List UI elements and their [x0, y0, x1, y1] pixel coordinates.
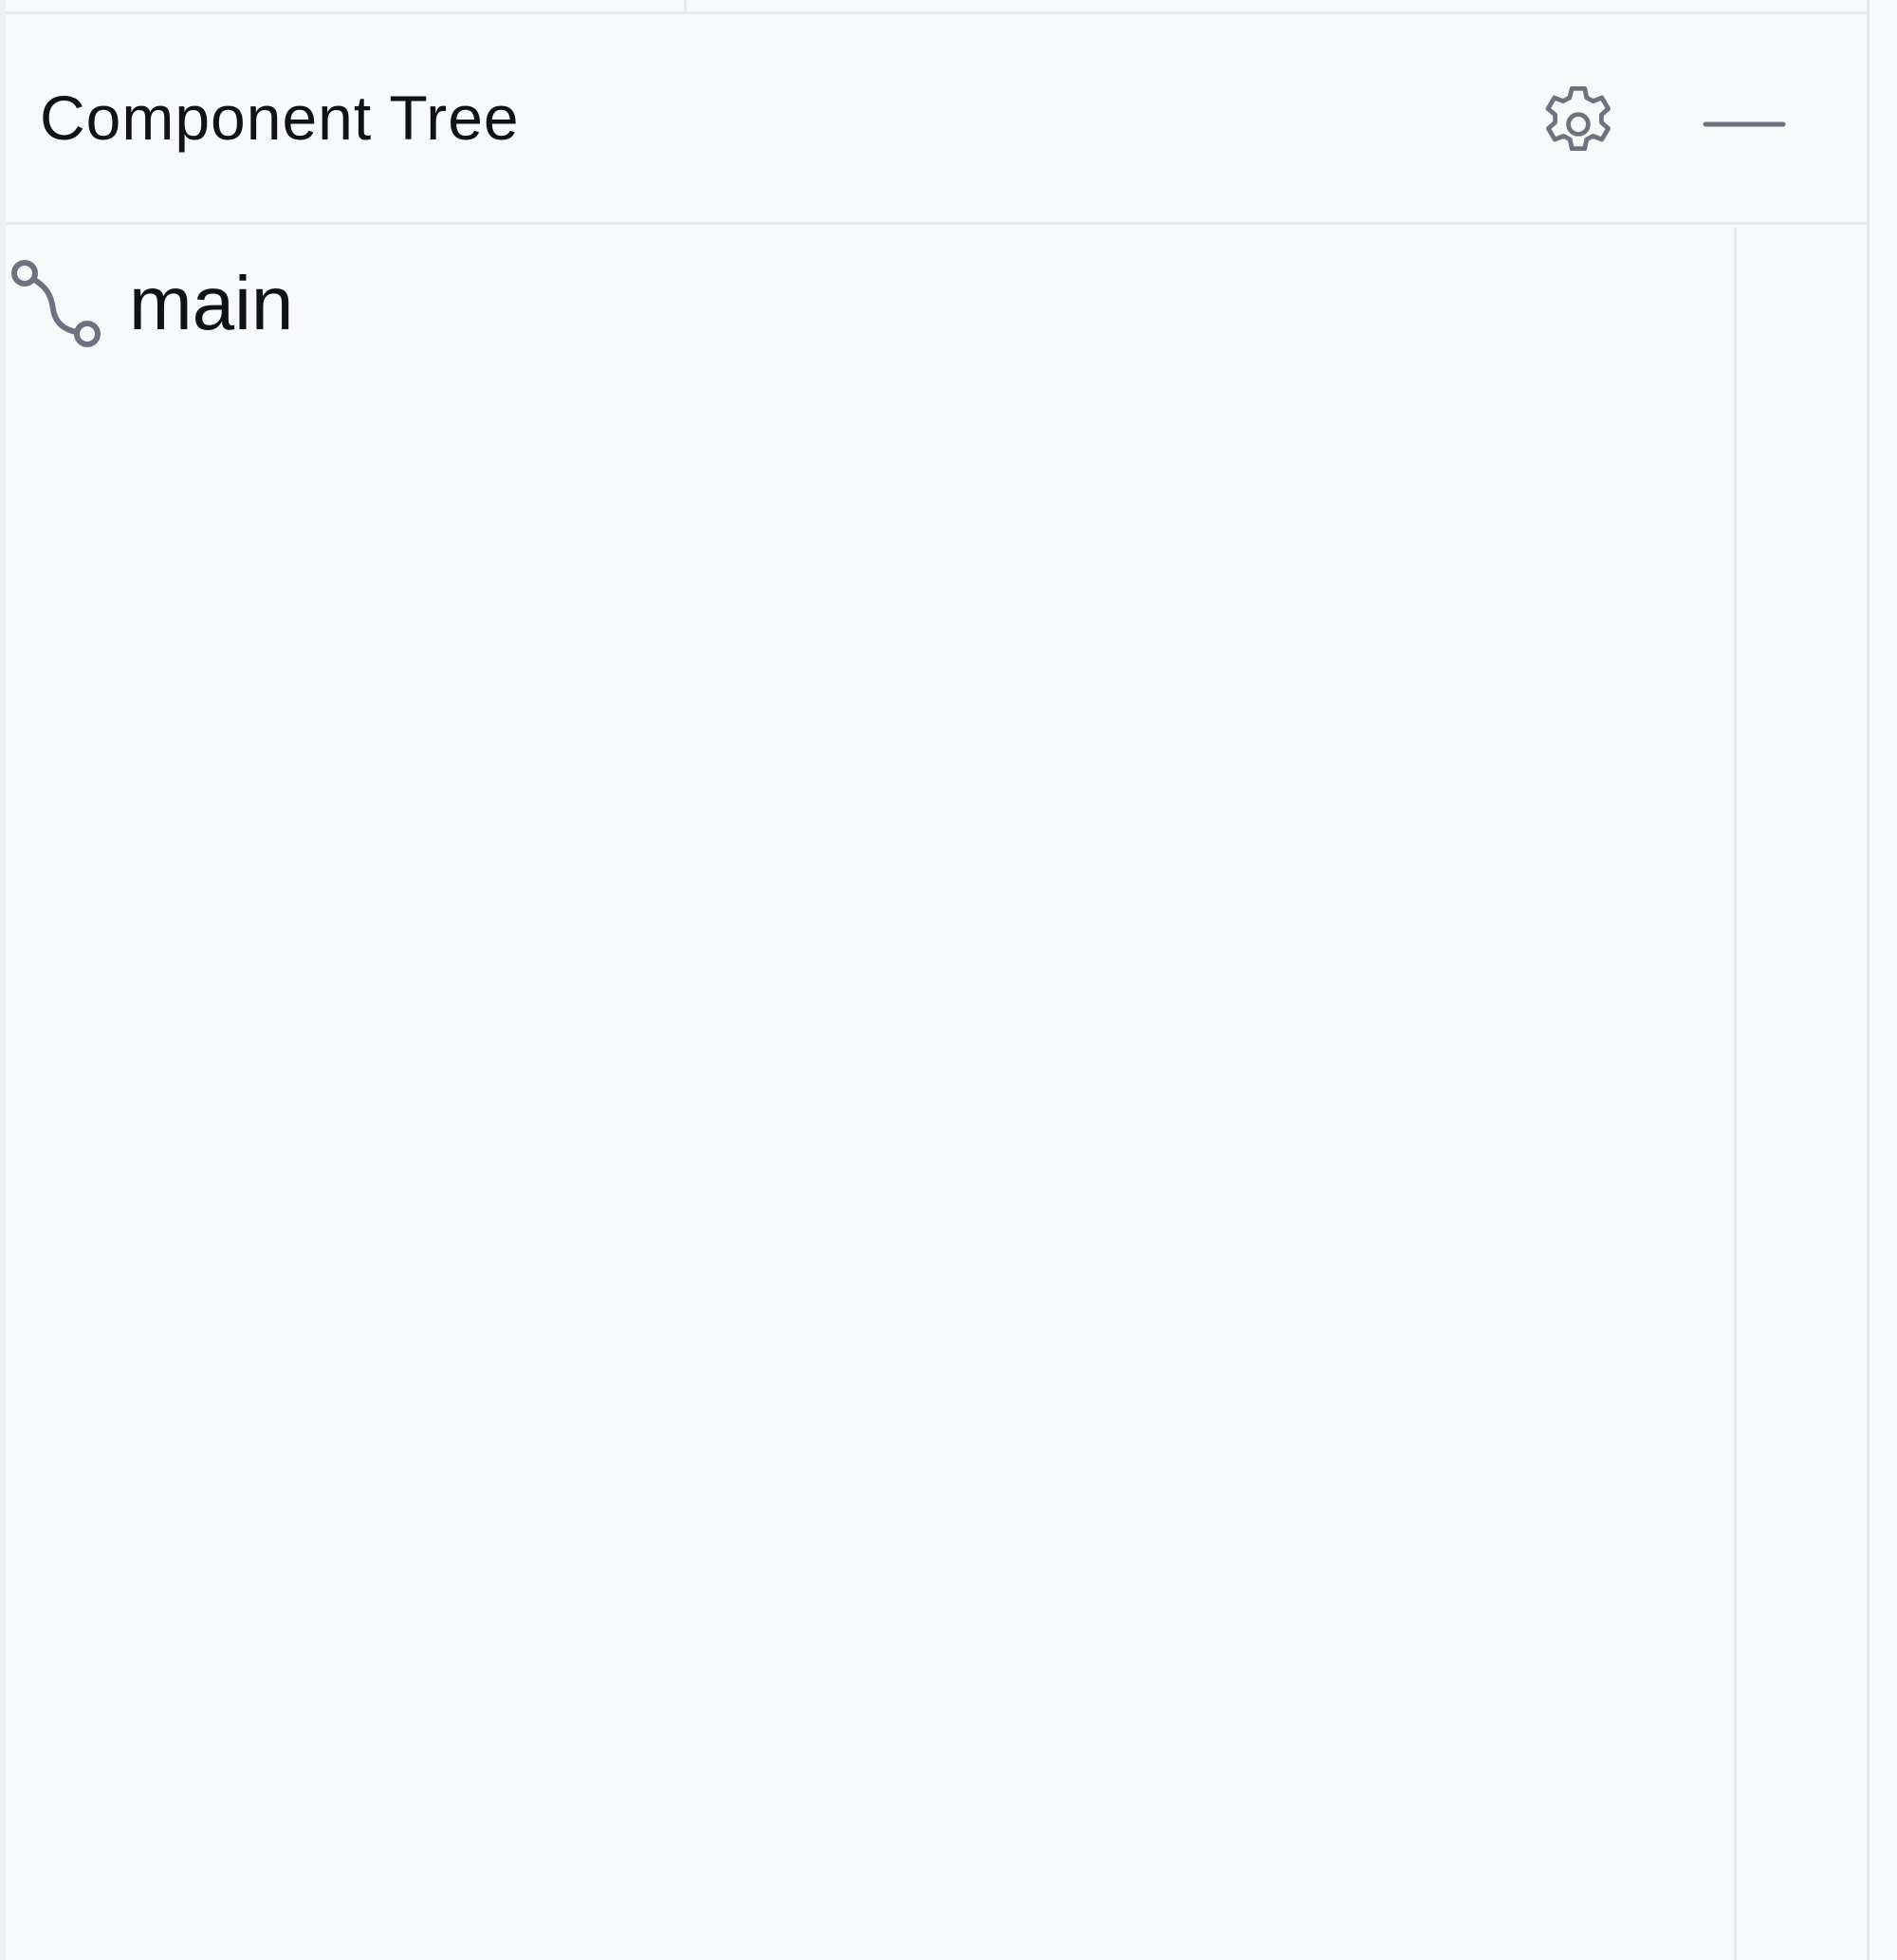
- panel-title: Component Tree: [40, 83, 520, 153]
- minimize-icon: [1698, 115, 1789, 139]
- settings-button[interactable]: [1521, 69, 1635, 183]
- tree-item-label: main: [129, 261, 294, 345]
- component-tree: main: [6, 228, 1734, 1960]
- panel-header: Component Tree: [6, 14, 1869, 225]
- minimize-button[interactable]: [1686, 69, 1800, 183]
- gear-icon: [1533, 79, 1624, 175]
- right-margin: [1869, 0, 1897, 1960]
- branch-icon: [6, 256, 110, 351]
- top-tab-strip: [0, 0, 1869, 14]
- top-strip-divider: [684, 0, 687, 11]
- component-tree-panel: Component Tree main: [0, 0, 1897, 1960]
- tree-item-main[interactable]: main: [6, 256, 293, 351]
- vertical-scrollbar-track[interactable]: [1734, 228, 1869, 1960]
